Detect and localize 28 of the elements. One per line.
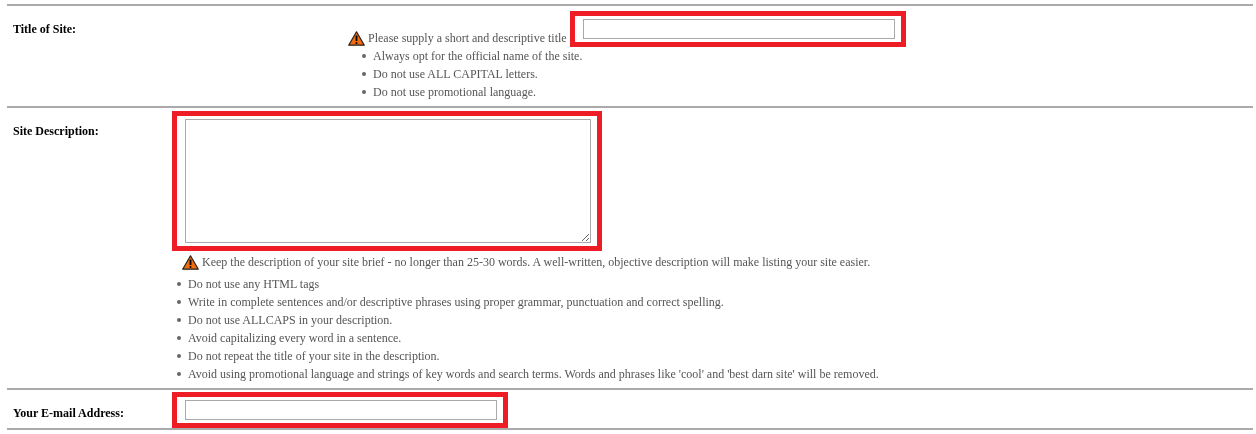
bullet-icon [177,371,181,376]
tip-text: Do not use promotional language. [373,84,536,101]
warning-icon [348,30,365,46]
tip-text: Avoid using promotional language and strings of key words and search terms. Words and phrases like 'cool' and 'best darn site' will be removed. [188,365,879,383]
tip-text: Avoid capitalizing every word in a sentence. [188,329,402,347]
tip-text: Write in complete sentences and/or descriptive phrases using proper grammar, punctuation and correct spelling. [188,293,724,311]
bullet-icon [362,54,366,58]
input-field[interactable] [185,399,497,420]
bullet-icon [177,281,181,286]
warning-text: Please supply a short and descriptive title [368,30,567,47]
input-field[interactable] [582,19,895,39]
bullet-icon [362,90,366,94]
bullet-icon [177,353,181,358]
field-label: Your E-mail Address: [12,404,125,422]
tip-text: Always opt for the official name of the site. [373,48,583,65]
tip-text: Do not use ALL CAPITAL letters. [373,66,538,83]
warning-text: Keep the description of your site brief - no longer than 25-30 words. A well-written, objective description will make listing your site easier. [202,254,871,271]
text-area[interactable] [185,119,591,243]
tip-text: Do not use ALLCAPS in your description. [188,311,393,329]
field-label: Title of Site: [12,21,78,38]
bullet-icon [177,335,181,340]
bullet-icon [177,299,181,304]
tip-text: Do not use any HTML tags [188,275,320,293]
field-label: Site Description: [12,123,100,140]
bullet-icon [177,317,181,322]
tip-text: Do not repeat the title of your site in the description. [188,347,440,365]
bullet-icon [362,72,366,76]
warning-icon [182,254,199,270]
